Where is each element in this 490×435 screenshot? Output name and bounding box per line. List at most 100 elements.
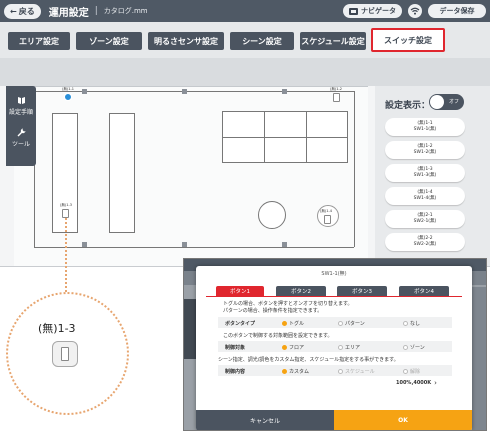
map-switch-icon[interactable] (62, 209, 69, 218)
map-switch-icon[interactable] (333, 93, 340, 102)
top-bar: ← 戻る 運用設定 | カタログ.mm ナビゲータ データ保存 (0, 0, 490, 22)
back-label: 戻る (18, 6, 35, 16)
target-row: 制御対象 フロア エリア ゾーン (218, 341, 452, 352)
wifi-icon (410, 7, 420, 15)
room-block (109, 113, 135, 233)
page-title: 運用設定 (48, 7, 89, 19)
button-type-label: ボタンタイプ (225, 321, 256, 327)
wrench-icon (17, 128, 25, 137)
column-mark (82, 89, 87, 94)
column-mark (82, 242, 87, 247)
option-zone[interactable]: ゾーン (403, 344, 425, 351)
title-separator: | (94, 6, 98, 16)
column-mark (182, 242, 187, 247)
save-data-button[interactable]: データ保存 (428, 4, 486, 18)
tab-button-3[interactable]: ボタン3 (337, 286, 387, 296)
tab-button-4[interactable]: ボタン4 (399, 286, 449, 296)
wifi-button[interactable] (408, 4, 422, 18)
map-switch-label: (無)1-4 (320, 209, 332, 213)
navigator-icon (349, 7, 358, 15)
map-switch-label: (無)1-2 (330, 87, 342, 91)
option-label: エリア (345, 345, 361, 351)
option-label: トグル (289, 321, 305, 327)
option-floor[interactable]: フロア (282, 344, 304, 351)
switch-list-item[interactable]: (無)2-2 SW2-2(無) (385, 233, 465, 251)
option-label: フロア (289, 345, 305, 351)
tab-zone-settings[interactable]: ゾーン設定 (76, 32, 142, 50)
radio-icon (338, 345, 343, 350)
back-arrow-icon: ← (10, 6, 17, 16)
map-switch-selected[interactable] (64, 93, 72, 101)
option-label: パターン (345, 321, 365, 327)
back-button[interactable]: ← 戻る (4, 3, 41, 19)
content-description: シーン指定、調光/調色をカスタム指定、スケジュール指定をする事ができます。 (218, 357, 399, 363)
switch-sub: SW2-1(無) (413, 218, 437, 224)
switch-list-item[interactable]: (無)1-2 SW1-2(無) (385, 141, 465, 159)
radio-selected-icon (282, 369, 287, 374)
color-value: 100%,4000K (396, 380, 432, 386)
content-label: 制御内容 (225, 369, 246, 375)
option-custom[interactable]: カスタム (282, 368, 309, 375)
dimmed-right-panel (472, 287, 486, 430)
switch-list-item[interactable]: (無)1-1 SW1-1(無) (385, 118, 465, 136)
radio-selected-icon (282, 321, 287, 326)
callout-label: (無)1-3 (38, 322, 76, 335)
switch-list-item[interactable]: (無)2-1 SW2-1(無) (385, 210, 465, 228)
content-row: 制御内容 カスタム スケジュール 解除 (218, 365, 452, 376)
tab-underline (206, 296, 462, 297)
tab-scene-settings[interactable]: シーン設定 (230, 32, 294, 50)
tab-bar: エリア設定 ゾーン設定 明るさセンサ設定 シーン設定 スケジュール設定 スイッチ… (0, 22, 490, 58)
option-label: カスタム (289, 369, 310, 375)
tab-brightness-sensor-settings[interactable]: 明るさセンサ設定 (148, 32, 224, 50)
switch-list-item[interactable]: (無)1-4 SW1-4(無) (385, 187, 465, 205)
setup-steps-button[interactable]: 設定手順 (6, 96, 36, 116)
callout-connector (65, 218, 67, 292)
tab-button-2[interactable]: ボタン2 (276, 286, 326, 296)
switch-setting-dialog: SW1-1(無) ボタン1 ボタン2 ボタン3 ボタン4 トグルの場合、ボタンを… (196, 266, 472, 430)
option-label: 解除 (410, 369, 421, 375)
button-type-description-2: パターンの場合、操作条件を指定できます。 (223, 308, 323, 314)
option-schedule[interactable]: スケジュール (338, 368, 375, 375)
navigator-button[interactable]: ナビゲータ (343, 4, 402, 18)
chevron-right-icon: › (434, 379, 437, 387)
tab-schedule-settings[interactable]: スケジュール設定 (300, 32, 366, 50)
map-switch-icon[interactable] (324, 215, 331, 224)
switch-sub: SW2-2(無) (413, 241, 437, 247)
switch-sub: SW1-1(無) (413, 126, 437, 132)
map-switch-label: (無)1-3 (60, 203, 72, 207)
tools-button[interactable]: ツール (6, 128, 36, 148)
color-value-selector[interactable]: 100%,4000K › (396, 379, 437, 387)
column-mark (282, 242, 287, 247)
tab-button-1[interactable]: ボタン1 (216, 286, 264, 296)
cancel-button[interactable]: キャンセル (196, 410, 334, 430)
tab-area-settings[interactable]: エリア設定 (8, 32, 70, 50)
switch-plate-icon (61, 347, 69, 361)
option-none[interactable]: なし (403, 320, 420, 327)
switch-list-item[interactable]: (無)1-3 SW1-3(無) (385, 164, 465, 182)
round-table (258, 201, 286, 229)
option-label: ゾーン (410, 345, 425, 351)
option-pattern[interactable]: パターン (338, 320, 365, 327)
callout-switch-icon (52, 341, 78, 367)
radio-icon (403, 369, 408, 374)
option-toggle[interactable]: トグル (282, 320, 304, 327)
option-release[interactable]: 解除 (403, 368, 420, 375)
ok-button[interactable]: OK (334, 410, 472, 430)
tools-label: ツール (11, 141, 30, 148)
option-area[interactable]: エリア (338, 344, 360, 351)
sub-toolbar (0, 58, 490, 86)
floor-plan-canvas[interactable]: (無)1-1 (無)1-2 (無)1-3 (無)1-4 (14, 86, 368, 266)
toggle-knob (430, 95, 444, 109)
app-window: ← 戻る 運用設定 | カタログ.mm ナビゲータ データ保存 エリア設定 ゾー… (0, 0, 490, 267)
file-name: カタログ.mm (103, 7, 148, 15)
tab-switch-settings[interactable]: スイッチ設定 (371, 28, 445, 52)
display-toggle[interactable]: オフ (429, 94, 464, 110)
switch-sub: SW1-4(無) (413, 195, 437, 201)
table-divider (222, 137, 348, 138)
switch-settings-screenshot: SW1-1(無) ボタン1 ボタン2 ボタン3 ボタン4 トグルの場合、ボタンを… (183, 258, 487, 431)
book-icon (17, 97, 25, 104)
setup-steps-label: 設定手順 (8, 109, 33, 116)
side-tools-panel: 設定手順 ツール (6, 86, 36, 166)
target-label: 制御対象 (225, 345, 246, 351)
display-setting-label: 設定表示： (385, 101, 431, 111)
